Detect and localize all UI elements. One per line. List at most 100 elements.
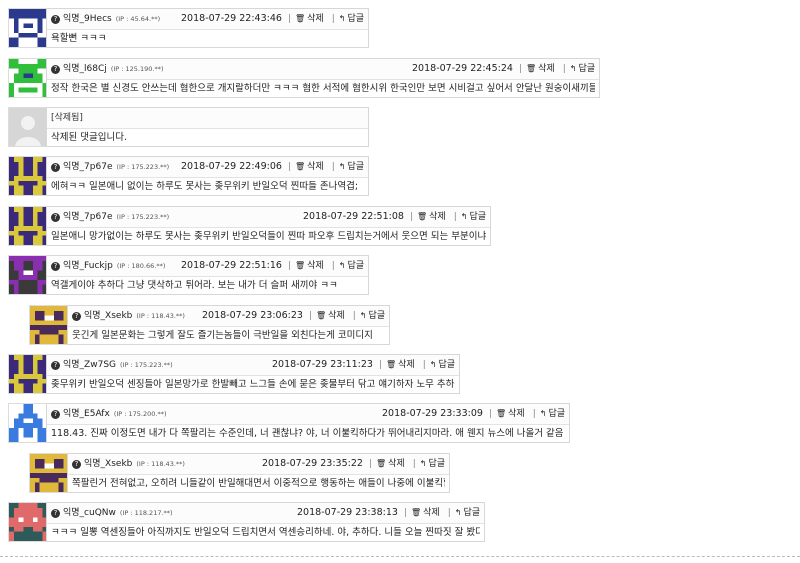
timestamp: 2018-07-29 23:38:13 [297,507,398,518]
delete-button[interactable]: | 🗑 삭제 [489,404,525,424]
username[interactable]: 익명_7p67e [63,157,113,177]
username[interactable]: 익명_E5Afx [63,404,110,424]
avatar[interactable] [8,403,48,443]
comment-text: 일본애니 망가없이는 하루도 못사는 좆무위키 반일오덕들이 찐따 파오후 드립… [51,231,486,242]
comment-box: ? 익명_Fuckjp (IP : 180.66.**) 2018-07-29 22… [46,255,369,295]
reply-button[interactable]: | ↰ 답글 [563,59,595,79]
ip-address: (IP : 118.43.**) [136,460,185,468]
anonymous-icon: ? [72,459,81,469]
reply-icon: ↰ [429,360,437,369]
delete-button[interactable]: | 🗑 삭제 [369,454,405,474]
comment-text: 삭제된 댓글입니다. [51,132,127,143]
divider [0,556,800,557]
comment-text: 118.43. 진짜 이정도면 내가 다 쪽팔리는 수준인데, 너 괜찮냐? 야… [51,428,565,439]
ip-address: (IP : 175.223.**) [120,361,173,369]
comment-box: ? 익명_E5Afx (IP : 175.200.**) 2018-07-29 23… [46,403,570,443]
username[interactable]: 익명_l68Cj [63,59,107,79]
username[interactable]: 익명_9Hecs [63,9,112,29]
timestamp: 2018-07-29 23:06:23 [202,310,303,321]
trash-icon: 🗑 [375,459,387,468]
anonymous-icon: ? [51,360,60,370]
trash-icon: 🗑 [385,360,397,369]
delete-button[interactable]: | 🗑 삭제 [288,157,324,177]
avatar[interactable] [8,8,48,48]
comment-box: ? 익명_7p67e (IP : 175.223.**) 2018-07-29 22… [46,206,491,246]
comment-header: ? 익명_E5Afx (IP : 175.200.**) 2018-07-29 23… [47,404,569,425]
reply-icon: ↰ [338,261,346,270]
timestamp: 2018-07-29 23:33:09 [382,408,483,419]
comment-box: ? 익명_cuQNw (IP : 118.217.**) 2018-07-29 23… [46,502,485,542]
comment-header: ? 익명_Zw7SG (IP : 175.223.**) 2018-07-29 23… [47,355,459,376]
avatar[interactable] [8,58,48,98]
comment-header: ? 익명_Xsekb (IP : 118.43.**) 2018-07-29 23:… [68,454,449,475]
timestamp: 2018-07-29 22:45:24 [412,63,513,74]
ip-address: (IP : 175.223.**) [116,163,170,171]
trash-icon: 🗑 [416,212,428,221]
comment-header: ? 익명_7p67e (IP : 175.223.**) 2018-07-29 22… [47,157,368,178]
username[interactable]: 익명_Fuckjp [63,256,113,276]
comment-text: 좆무위키 반일오덕 센징들아 일본망가로 한발빼고 느그들 손에 묻은 좆물부터… [51,379,455,390]
avatar[interactable] [8,255,48,295]
username[interactable]: 익명_Zw7SG [63,355,116,375]
reply-icon: ↰ [359,311,367,320]
comment-box: ? 익명_Xsekb (IP : 118.43.**) 2018-07-29 23:… [67,305,390,345]
delete-button[interactable]: | 🗑 삭제 [379,355,415,375]
timestamp: 2018-07-29 22:43:46 [181,13,282,24]
reply-button[interactable]: | ↰ 답글 [423,355,455,375]
comment-text: 에혀ㅋㅋ 일본애니 없이는 하루도 못사는 좆무위키 반일오덕 찐따들 존나역겹… [51,181,359,192]
comment-box: ? 익명_l68Cj (IP : 125.190.**) 2018-07-29 22… [46,58,600,98]
reply-button[interactable]: | ↰ 답글 [332,9,364,29]
comment-header: ? 익명_cuQNw (IP : 118.217.**) 2018-07-29 23… [47,503,484,524]
comment-box: ? 익명_Xsekb (IP : 118.43.**) 2018-07-29 23:… [67,453,450,493]
deleted-tag: [삭제됨] [51,113,83,123]
delete-button[interactable]: | 🗑 삭제 [309,306,345,326]
comment-box: ? 익명_7p67e (IP : 175.223.**) 2018-07-29 22… [46,156,369,196]
delete-button[interactable]: | 🗑 삭제 [404,503,440,523]
username[interactable]: 익명_7p67e [63,207,113,227]
anonymous-icon: ? [51,508,60,518]
reply-button[interactable]: | ↰ 답글 [448,503,480,523]
delete-button[interactable]: | 🗑 삭제 [288,9,324,29]
username[interactable]: 익명_Xsekb [84,454,132,474]
reply-button[interactable]: | ↰ 답글 [353,306,385,326]
comment-header: ? 익명_Xsekb (IP : 118.43.**) 2018-07-29 23:… [68,306,389,327]
avatar[interactable] [8,206,48,246]
username[interactable]: 익명_Xsekb [84,306,132,326]
reply-button[interactable]: | ↰ 답글 [413,454,445,474]
comment-text: 역갤게이야 추하다 그냥 댓삭하고 튀어라. 보는 내가 더 슬퍼 새끼야 ㅋㅋ [51,280,338,291]
avatar[interactable] [29,453,69,493]
avatar[interactable] [8,502,48,542]
comment-text: 욕할뻔 ㅋㅋㅋ [51,33,107,44]
delete-button[interactable]: | 🗑 삭제 [288,256,324,276]
reply-button[interactable]: | ↰ 답글 [454,207,486,227]
reply-icon: ↰ [460,212,468,221]
anonymous-icon: ? [51,212,60,222]
avatar[interactable] [8,156,48,196]
comment-text: 정작 한국은 별 신경도 안쓰는데 혐한으로 개지랄하더만 ㅋㅋㅋ 혐한 서적에… [51,83,595,94]
timestamp: 2018-07-29 23:11:23 [272,359,373,370]
reply-icon: ↰ [569,64,577,73]
reply-icon: ↰ [539,409,547,418]
reply-button[interactable]: | ↰ 답글 [332,157,364,177]
comment-box: ? 익명_9Hecs (IP : 45.64.**) 2018-07-29 22:4… [46,8,369,48]
reply-button[interactable]: | ↰ 답글 [533,404,565,424]
username[interactable]: 익명_cuQNw [63,503,116,523]
comment-text: 쪽팔린거 전혀없고, 오히려 니들같이 반일해대면서 이중적으로 행동하는 애들… [72,478,445,489]
reply-icon: ↰ [338,14,346,23]
comment-header: ? 익명_9Hecs (IP : 45.64.**) 2018-07-29 22:4… [47,9,368,30]
comment-box: [삭제됨] 삭제된 댓글입니다. [46,107,369,147]
trash-icon: 🗑 [315,311,327,320]
timestamp: 2018-07-29 22:51:16 [181,260,282,271]
ip-address: (IP : 125.190.**) [110,65,164,73]
reply-button[interactable]: | ↰ 답글 [332,256,364,276]
timestamp: 2018-07-29 22:49:06 [181,161,282,172]
delete-button[interactable]: | 🗑 삭제 [410,207,446,227]
comment-text: ㅋㅋㅋ 일뽕 역센징들아 아직까지도 반일오덕 드립치면서 역센승리하네. 야,… [51,527,480,538]
delete-button[interactable]: | 🗑 삭제 [519,59,555,79]
avatar [8,107,48,147]
comment-box: ? 익명_Zw7SG (IP : 175.223.**) 2018-07-29 23… [46,354,460,394]
avatar[interactable] [8,354,48,394]
comment-header: ? 익명_Fuckjp (IP : 180.66.**) 2018-07-29 22… [47,256,368,277]
trash-icon: 🗑 [525,64,537,73]
avatar[interactable] [29,305,69,345]
